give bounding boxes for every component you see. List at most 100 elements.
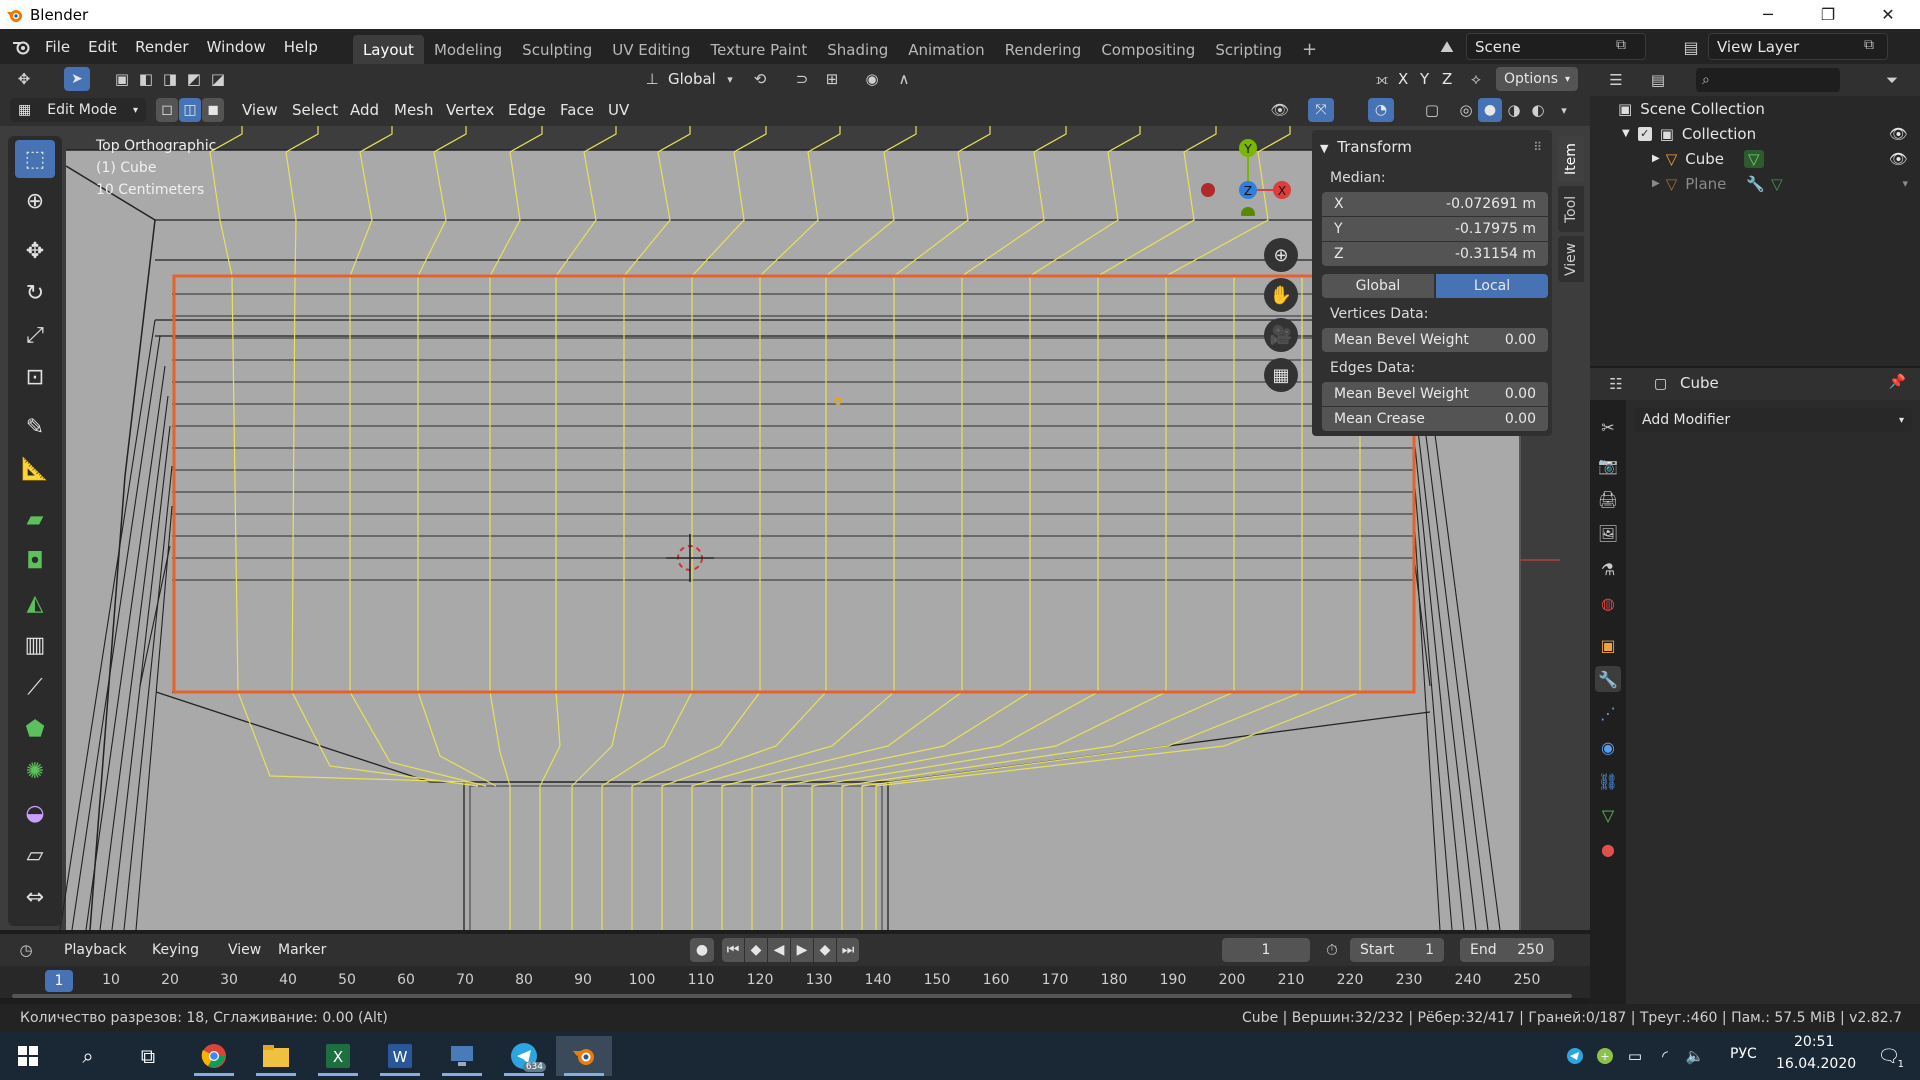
word-icon[interactable]: W — [372, 1036, 428, 1076]
clock-date[interactable]: 16.04.2020 — [1776, 1056, 1856, 1072]
edge-select-icon[interactable]: ◫ — [179, 98, 201, 122]
mode-dropdown[interactable]: ▦ Edit Mode ▾ — [10, 98, 146, 122]
scene-icon[interactable]: ⛰ — [1432, 35, 1462, 59]
minimize-button[interactable]: ─ — [1740, 0, 1796, 29]
file-explorer-icon[interactable] — [248, 1036, 304, 1076]
excel-icon[interactable]: X — [310, 1036, 366, 1076]
tab-rendering[interactable]: Rendering — [995, 35, 1092, 64]
snap-target-icon[interactable]: ⊞ — [820, 67, 844, 91]
telegram-tray-icon[interactable] — [1560, 1036, 1590, 1076]
tab-sculpting[interactable]: Sculpting — [512, 35, 602, 64]
wifi-icon[interactable]: ◜ — [1650, 1036, 1680, 1076]
play-reverse-icon[interactable]: ◀ — [768, 938, 790, 962]
new-scene-icon[interactable]: ⧉ — [1616, 37, 1626, 53]
camera-view-icon[interactable]: 🎥 — [1264, 318, 1298, 352]
close-button[interactable]: ✕ — [1860, 0, 1916, 29]
particles-properties-icon[interactable]: ⋰ — [1595, 700, 1621, 726]
menu-playback[interactable]: Playback — [64, 938, 126, 962]
language-indicator[interactable]: РУС — [1730, 1046, 1757, 1062]
material-properties-icon[interactable]: ● — [1595, 836, 1621, 862]
zoom-icon[interactable]: ⊕ — [1264, 238, 1298, 272]
gizmo-toggle-icon[interactable]: ⤧ — [1308, 98, 1334, 122]
record-icon[interactable]: ● — [690, 938, 714, 962]
tab-texture-paint[interactable]: Texture Paint — [700, 35, 817, 64]
network-app-icon[interactable] — [434, 1036, 490, 1076]
physics-properties-icon[interactable]: ◉ — [1595, 734, 1621, 760]
knife-tool-icon[interactable]: ⟋ — [15, 668, 55, 706]
annotate-tool-icon[interactable]: ✎ — [15, 408, 55, 446]
blender-taskbar-icon[interactable] — [556, 1036, 612, 1076]
shrink-fatten-tool-icon[interactable]: ⇔ — [15, 878, 55, 916]
pan-hand-icon[interactable]: ✋ — [1264, 278, 1298, 312]
next-keyframe-icon[interactable]: ◆ — [814, 938, 836, 962]
pivot-point-icon[interactable]: ⟲ — [748, 67, 772, 91]
menu-help[interactable]: Help — [275, 34, 327, 60]
expand-arrow-icon[interactable]: ▶ — [1652, 153, 1660, 164]
falloff-icon[interactable]: ∧ — [892, 67, 916, 91]
transform-tool-icon[interactable]: ⊡ — [15, 358, 55, 396]
mean-crease-field[interactable]: Mean Crease 0.00 — [1322, 407, 1548, 431]
tab-item[interactable]: Item — [1558, 136, 1584, 182]
tab-view[interactable]: View — [1558, 236, 1584, 282]
jump-start-icon[interactable]: ⏮ — [722, 938, 744, 962]
timeline-scrollbar[interactable] — [12, 994, 1572, 998]
median-z-field[interactable]: Z -0.31154 m — [1322, 242, 1548, 266]
search-icon[interactable]: ⌕ — [60, 1036, 116, 1076]
mirror-icon[interactable]: ⟗ — [1370, 67, 1394, 91]
median-x-field[interactable]: X -0.072691 m — [1322, 192, 1548, 216]
output-properties-icon[interactable]: 🖨 — [1595, 486, 1621, 512]
scene-collection-row[interactable]: ▣ Scene Collection — [1590, 96, 1920, 121]
select-intersect-icon[interactable]: ◪ — [206, 67, 230, 91]
collection-checkbox[interactable]: ✓ — [1637, 126, 1652, 141]
transform-panel-header[interactable]: ▼ Transform — [1320, 138, 1412, 156]
eye-icon[interactable]: 👁 — [1889, 150, 1908, 168]
global-toggle[interactable]: Global — [1322, 274, 1434, 298]
face-select-icon[interactable]: ◼ — [202, 98, 224, 122]
extrude-tool-icon[interactable]: ▰ — [15, 500, 55, 538]
select-box-tool-icon[interactable]: ⬚ — [15, 140, 55, 178]
world-properties-icon[interactable]: ◍ — [1595, 590, 1621, 616]
tab-uv-editing[interactable]: UV Editing — [602, 35, 700, 64]
edge-bevel-weight-field[interactable]: Mean Bevel Weight 0.00 — [1322, 382, 1548, 406]
restore-button[interactable]: ❐ — [1800, 0, 1856, 29]
menu-uv[interactable]: UV — [608, 98, 629, 122]
rendered-shading-icon[interactable]: ◐ — [1526, 98, 1550, 122]
start-frame-field[interactable]: Start 1 — [1350, 938, 1444, 962]
expand-arrow-icon[interactable]: ▶ — [1652, 178, 1660, 189]
tab-scripting[interactable]: Scripting — [1205, 35, 1292, 64]
modifier-properties-icon[interactable]: 🔧 — [1595, 666, 1621, 692]
object-properties-icon[interactable]: ▣ — [1595, 632, 1621, 658]
solid-shading-icon[interactable]: ● — [1478, 98, 1502, 122]
tab-layout[interactable]: Layout — [352, 35, 424, 64]
wireframe-shading-icon[interactable]: ◎ — [1454, 98, 1478, 122]
windows-start-icon[interactable] — [0, 1036, 56, 1076]
jump-end-icon[interactable]: ⏭ — [837, 938, 859, 962]
transform-orientation-dropdown[interactable]: Global — [668, 67, 716, 91]
menu-mesh[interactable]: Mesh — [394, 98, 434, 122]
outliner-editor-icon[interactable]: ☰ — [1604, 68, 1628, 92]
filter-icon[interactable]: ⏷ — [1880, 68, 1904, 92]
menu-render[interactable]: Render — [126, 34, 197, 60]
proportional-edit-icon[interactable]: ◉ — [860, 67, 884, 91]
select-extend-icon[interactable]: ◧ — [134, 67, 158, 91]
new-view-layer-icon[interactable]: ⧉ — [1864, 37, 1874, 53]
add-workspace-button[interactable]: + — [1292, 35, 1327, 64]
median-y-field[interactable]: Y -0.17975 m — [1322, 217, 1548, 241]
vertex-select-icon[interactable]: ◻ — [156, 98, 178, 122]
constraints-properties-icon[interactable]: ⛓ — [1595, 768, 1621, 794]
select-tool-icon[interactable]: ➤ — [64, 67, 90, 91]
local-toggle[interactable]: Local — [1436, 274, 1548, 298]
menu-file[interactable]: File — [36, 34, 79, 60]
menu-select[interactable]: Select — [292, 98, 338, 122]
overlay-toggle-icon[interactable]: ◔ — [1368, 98, 1394, 122]
axis-z-toggle[interactable]: Z — [1442, 67, 1452, 91]
auto-merge-icon[interactable]: ⟡ — [1464, 67, 1488, 91]
select-new-icon[interactable]: ▣ — [110, 67, 134, 91]
edge-slide-tool-icon[interactable]: ▱ — [15, 836, 55, 874]
play-icon[interactable]: ▶ — [791, 938, 813, 962]
collection-row[interactable]: ▼ ✓ ▣ Collection 👁 — [1590, 121, 1920, 146]
chevron-down-icon[interactable]: ▾ — [1902, 177, 1908, 190]
ortho-toggle-icon[interactable]: ▦ — [1264, 358, 1298, 392]
tab-shading[interactable]: Shading — [817, 35, 898, 64]
spin-tool-icon[interactable]: ✺ — [15, 752, 55, 790]
